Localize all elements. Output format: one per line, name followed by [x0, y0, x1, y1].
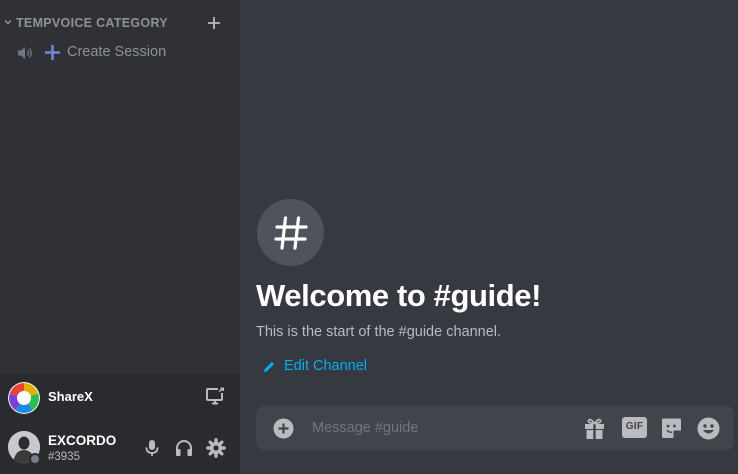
- message-input[interactable]: [312, 417, 572, 439]
- sticker-icon[interactable]: [660, 417, 683, 440]
- settings-gear-icon[interactable]: [206, 438, 226, 458]
- sharex-logo: [8, 382, 40, 414]
- channel-avatar: [257, 199, 324, 266]
- gif-button[interactable]: GIF: [622, 417, 647, 438]
- channel-label: Create Session: [67, 44, 167, 60]
- category-label: TEMPVOICE CATEGORY: [16, 16, 168, 30]
- plus-icon: [45, 45, 60, 60]
- channel-start-text: This is the start of the #guide channel.: [256, 324, 502, 340]
- message-composer: GIF: [256, 406, 734, 450]
- user-panel: EXCORDO #3935: [0, 421, 240, 474]
- emoji-icon[interactable]: [697, 417, 720, 440]
- channel-item-create-session[interactable]: Create Session: [8, 40, 232, 66]
- chat-area: Welcome to #guide! This is the start of …: [240, 0, 738, 474]
- chevron-down-icon: [4, 19, 12, 25]
- activity-app-name: ShareX: [48, 389, 93, 404]
- gift-icon[interactable]: [583, 417, 606, 440]
- pencil-icon: [264, 362, 274, 372]
- status-indicator: [29, 453, 41, 465]
- headphones-icon[interactable]: [174, 438, 194, 458]
- add-attachment-icon[interactable]: [273, 418, 294, 439]
- username: EXCORDO: [48, 433, 117, 448]
- speaker-icon: [18, 47, 32, 59]
- activity-panel: ShareX: [0, 374, 240, 421]
- welcome-title: Welcome to #guide!: [256, 278, 542, 313]
- channel-sidebar: TEMPVOICE CATEGORY Create Session ShareX: [0, 0, 240, 474]
- category-header[interactable]: TEMPVOICE CATEGORY: [0, 12, 240, 34]
- create-channel-icon[interactable]: [207, 16, 221, 30]
- microphone-icon[interactable]: [142, 438, 162, 458]
- gif-label: GIF: [625, 421, 644, 432]
- user-tag: #3935: [48, 451, 80, 463]
- hash-icon: [274, 216, 308, 250]
- screen-share-icon[interactable]: [206, 387, 226, 406]
- edit-channel-label: Edit Channel: [284, 358, 368, 374]
